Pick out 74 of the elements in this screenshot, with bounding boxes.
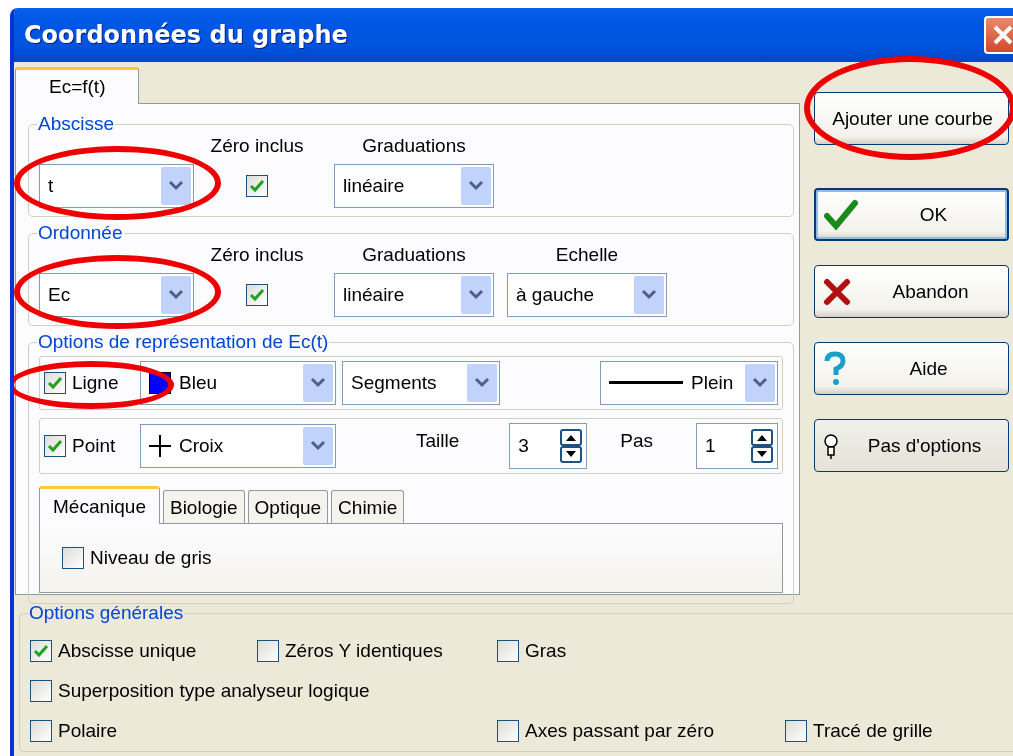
checkbox[interactable]: [30, 640, 52, 662]
chevron-icon: [461, 276, 491, 314]
checkbox[interactable]: [44, 435, 66, 457]
tab[interactable]: Optique: [247, 490, 329, 523]
spin-field[interactable]: 1: [696, 423, 778, 469]
spin-arrows-icon: [751, 429, 773, 463]
group-title: Options générales: [28, 603, 185, 623]
dropdown[interactable]: linéaire: [334, 273, 494, 317]
checkbox-label: Superposition type analyseur logique: [58, 679, 370, 703]
checkbox-label: Niveau de gris: [90, 546, 212, 570]
close-button[interactable]: [984, 16, 1013, 54]
tab[interactable]: Mécanique: [39, 486, 160, 524]
dropdown[interactable]: Bleu: [140, 361, 336, 405]
checkbox-label: Gras: [525, 639, 567, 663]
tab[interactable]: Ec=f(t): [15, 67, 140, 104]
checkbox-label: Ligne: [72, 371, 119, 395]
chevron-icon: [467, 364, 497, 402]
column-label: Graduations: [362, 243, 466, 267]
checkbox[interactable]: [497, 640, 519, 662]
chevron-icon: [161, 167, 191, 205]
checkbox-label: Point: [72, 434, 116, 458]
chevron-icon: [461, 167, 491, 205]
column-label: Echelle: [555, 243, 619, 267]
spin-field[interactable]: 3: [509, 423, 588, 469]
dropdown[interactable]: Croix: [140, 424, 336, 468]
tab[interactable]: Chimie: [331, 490, 405, 523]
checkbox-label: Polaire: [58, 719, 118, 743]
checkbox-label: Tracé de grille: [813, 719, 933, 743]
dropdown[interactable]: Plein: [600, 361, 778, 405]
spin-arrows-icon: [560, 429, 583, 463]
dropdown[interactable]: à gauche: [507, 273, 667, 317]
dropdown[interactable]: Segments: [342, 361, 500, 405]
chevron-icon: [161, 276, 191, 314]
dropdown[interactable]: linéaire: [334, 164, 494, 208]
checkbox[interactable]: [246, 284, 268, 306]
window-title: Coordonnées du graphe: [24, 21, 348, 49]
question-mark-icon: [823, 350, 847, 387]
checkbox-label: Zéros Y identiques: [285, 639, 443, 663]
tab[interactable]: Biologie: [162, 490, 245, 523]
checkmark-icon: [824, 197, 858, 232]
checkbox[interactable]: [497, 720, 519, 742]
chevron-icon: [303, 427, 333, 465]
checkbox[interactable]: [62, 547, 84, 569]
group-title: Abscisse: [37, 114, 116, 134]
group-title: Options de représentation de Ec(t): [37, 332, 330, 352]
lightbulb-icon: [823, 431, 839, 460]
group-title: Ordonnée: [37, 223, 124, 243]
checkbox[interactable]: [44, 372, 66, 394]
chevron-icon: [303, 364, 333, 402]
column-label: Zéro inclus: [210, 134, 304, 158]
dropdown[interactable]: t: [39, 164, 194, 208]
checkbox[interactable]: [30, 680, 52, 702]
checkbox[interactable]: [246, 175, 268, 197]
close-icon: [992, 24, 1013, 46]
field-label: Pas: [620, 429, 654, 453]
dialog-button[interactable]: Abandon: [814, 265, 1009, 318]
cross-icon: [823, 277, 851, 306]
dialog-button[interactable]: Aide: [814, 342, 1009, 395]
chevron-icon: [745, 364, 775, 402]
checkbox[interactable]: [30, 720, 52, 742]
column-label: Graduations: [362, 134, 466, 158]
dialog-button[interactable]: OK: [814, 188, 1009, 241]
dropdown[interactable]: Ec: [39, 273, 194, 317]
checkbox[interactable]: [257, 640, 279, 662]
checkbox-label: Abscisse unique: [58, 639, 197, 663]
cross-marker-icon: [149, 435, 171, 457]
dialog-button[interactable]: Ajouter une courbe: [814, 92, 1009, 145]
line-sample-icon: [609, 381, 683, 385]
checkbox[interactable]: [785, 720, 807, 742]
column-label: Zéro inclus: [210, 243, 304, 267]
chevron-icon: [634, 276, 664, 314]
field-label: Taille: [416, 429, 460, 453]
checkbox-label: Axes passant par zéro: [525, 719, 715, 743]
dialog-button[interactable]: Pas d'options: [814, 419, 1009, 472]
